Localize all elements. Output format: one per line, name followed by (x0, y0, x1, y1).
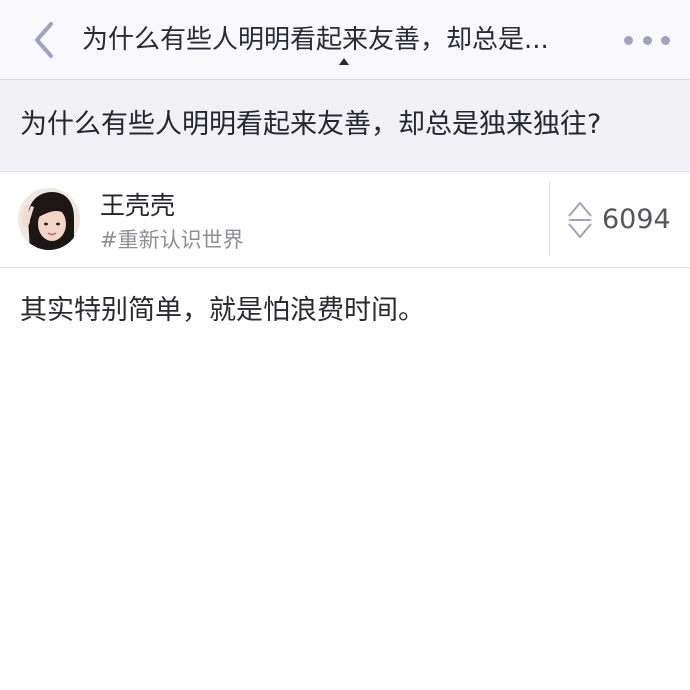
avatar[interactable] (18, 188, 80, 250)
author-row: 王壳壳 #重新认识世界 6094 (0, 172, 690, 268)
vote-arrows-icon (568, 202, 592, 238)
avatar-image (18, 188, 80, 250)
more-dots-icon (661, 35, 670, 45)
author-name[interactable]: 王壳壳 (100, 190, 175, 222)
answer-text: 其实特别简单，就是怕浪费时间。 (20, 295, 425, 326)
vote-count: 6094 (602, 204, 671, 235)
caret-up-icon (339, 58, 349, 65)
chevron-left-icon (35, 22, 53, 58)
navigation-bar: 为什么有些人明明看起来友善，却总是... (0, 0, 690, 80)
answer-page: 为什么有些人明明看起来友善，却总是... 为什么有些人明明看起来友善，却总是独来… (0, 0, 690, 690)
author-bio: #重新认识世界 (100, 228, 244, 252)
nav-title[interactable]: 为什么有些人明明看起来友善，却总是... (82, 18, 612, 62)
more-dots-icon (642, 35, 652, 45)
divider (549, 182, 550, 256)
question-title: 为什么有些人明明看起来友善，却总是独来独往? (20, 109, 602, 140)
question-banner[interactable]: 为什么有些人明明看起来友善，却总是独来独往? (0, 80, 690, 172)
more-dots-icon (624, 35, 633, 45)
vote-button[interactable]: 6094 (562, 196, 682, 244)
back-button[interactable] (22, 18, 66, 62)
more-button[interactable] (624, 26, 670, 54)
